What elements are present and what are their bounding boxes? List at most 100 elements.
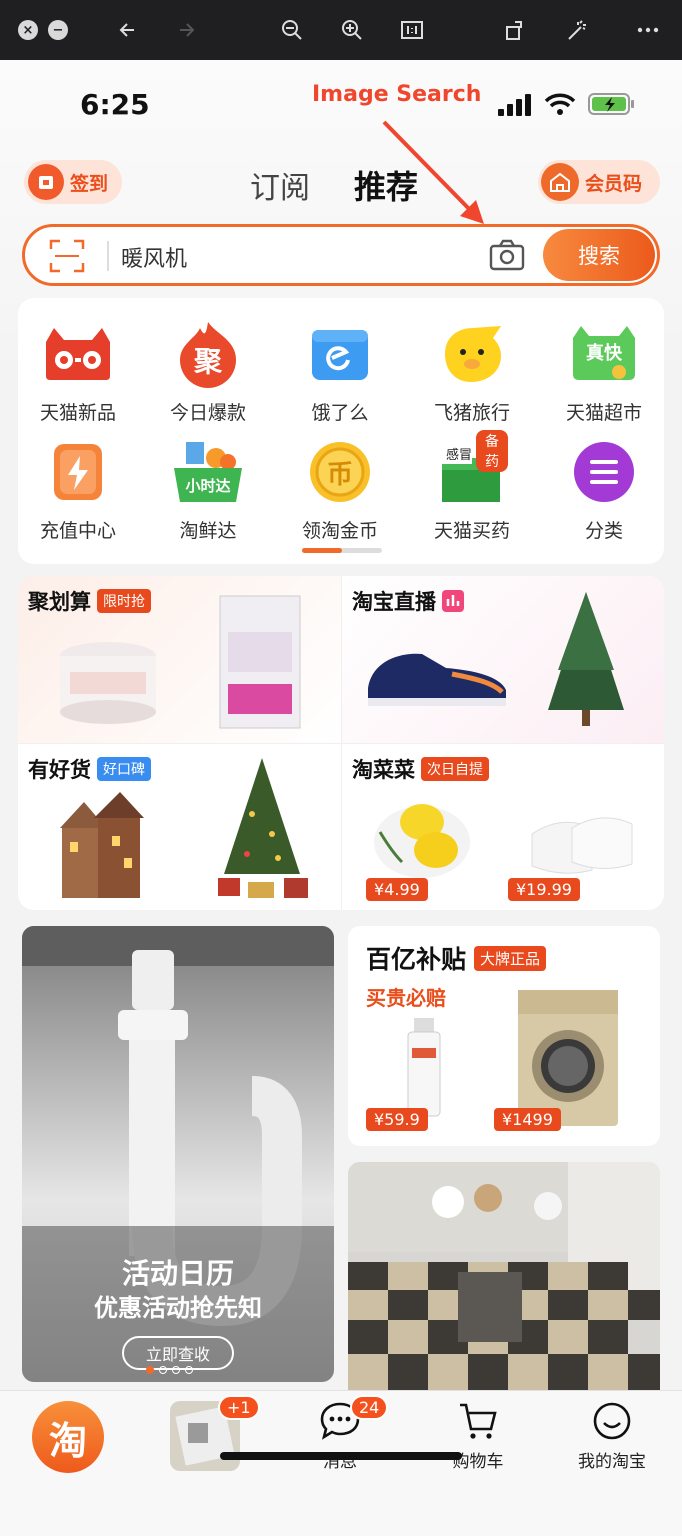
member-code-icon bbox=[541, 163, 579, 201]
promo-title: 有好货 好口碑 bbox=[28, 754, 151, 784]
cart-add-badge: +1 bbox=[218, 1395, 260, 1420]
member-code-button[interactable]: 会员码 bbox=[538, 160, 660, 204]
tmall-new-icon bbox=[42, 318, 114, 390]
promo-juhuasuan[interactable]: 聚划算 限时抢 bbox=[18, 576, 341, 743]
search-divider bbox=[107, 241, 109, 271]
quick-link-coins[interactable]: 币 领淘金币 bbox=[280, 436, 400, 543]
promo-title-text: 淘菜菜 bbox=[352, 758, 415, 782]
camera-icon[interactable] bbox=[489, 239, 525, 271]
promo-taocaicai[interactable]: 淘菜菜 次日自提 ¥4.99 ¥19.99 bbox=[341, 743, 664, 910]
scan-icon[interactable] bbox=[49, 239, 85, 273]
eleme-icon bbox=[304, 318, 376, 390]
close-window-icon[interactable]: × bbox=[12, 14, 44, 46]
quick-link-category[interactable]: 分类 bbox=[544, 436, 664, 543]
quick-link-label: 领淘金币 bbox=[301, 520, 378, 542]
promo-youhaohuo[interactable]: 有好货 好口碑 bbox=[18, 743, 341, 910]
sign-in-button[interactable]: 签到 bbox=[24, 160, 122, 204]
forward-arrow-icon[interactable] bbox=[170, 14, 202, 46]
search-bar[interactable]: 暖风机 搜索 bbox=[22, 224, 660, 286]
quick-link-label: 淘鲜达 bbox=[179, 520, 237, 542]
promo-title: 聚划算 限时抢 bbox=[28, 586, 151, 616]
sign-in-label: 签到 bbox=[70, 172, 109, 195]
live-icon bbox=[442, 590, 464, 612]
promo-taobao-live[interactable]: 淘宝直播 bbox=[341, 576, 664, 743]
message-badge: 24 bbox=[350, 1395, 389, 1420]
back-arrow-icon[interactable] bbox=[112, 14, 144, 46]
product-photo-card[interactable] bbox=[348, 1162, 660, 1402]
bottom-tab-bar: 淘 +1 消息 24 购物车 我的淘宝 bbox=[0, 1390, 682, 1536]
activity-calendar-card[interactable]: 活动日历 优惠活动抢先知 立即查收 bbox=[22, 926, 334, 1382]
signal-icon bbox=[498, 94, 531, 116]
more-icon[interactable] bbox=[632, 14, 664, 46]
subsidy-card[interactable]: 百亿补贴 大牌正品 买贵必赔 ¥59.9 ¥1499 bbox=[348, 926, 660, 1146]
tab-subscribe[interactable]: 订阅 bbox=[250, 163, 310, 207]
subsidy-title: 百亿补贴 大牌正品 bbox=[366, 940, 547, 976]
price-tag: ¥59.9 bbox=[366, 1108, 428, 1131]
header-tabs: 订阅 推荐 bbox=[250, 162, 418, 208]
pharmacy-badge: 备药 bbox=[476, 430, 508, 472]
status-time: 6:25 bbox=[80, 88, 150, 121]
search-button[interactable]: 搜索 bbox=[543, 229, 655, 281]
quick-link-tmall-new[interactable]: 天猫新品 bbox=[18, 318, 138, 425]
promo-tag: 好口碑 bbox=[97, 757, 151, 781]
markup-icon[interactable] bbox=[560, 14, 592, 46]
quick-link-label: 天猫超市 bbox=[565, 402, 642, 424]
sign-in-icon bbox=[28, 164, 64, 200]
quick-link-fresh[interactable]: 小时达 淘鲜达 bbox=[148, 436, 268, 543]
promo-block: 聚划算 限时抢 淘宝直播 有好货 好口碑 淘菜菜 次日自提 ¥4.99 ¥19.… bbox=[18, 576, 664, 910]
minimize-window-icon[interactable]: − bbox=[42, 14, 74, 46]
quick-links-pager bbox=[302, 548, 382, 553]
home-indicator bbox=[220, 1452, 462, 1460]
subsidy-tag: 大牌正品 bbox=[474, 945, 547, 971]
fresh-icon: 小时达 bbox=[172, 436, 244, 508]
sneaker-image bbox=[368, 653, 506, 706]
phone-screen: 6:25 Image Search 签到 订阅 推荐 会员码 暖风机 搜索 天猫… bbox=[0, 60, 682, 1536]
cotton-pads-image bbox=[60, 642, 156, 724]
annotation-label: Image Search bbox=[312, 82, 482, 107]
tab-cart[interactable]: 购物车 bbox=[418, 1401, 538, 1472]
decorated-tree-image bbox=[218, 758, 308, 898]
fliggy-icon bbox=[436, 318, 508, 390]
promo-tag: 限时抢 bbox=[97, 589, 151, 613]
quick-link-label: 天猫新品 bbox=[39, 402, 116, 424]
tab-my-taobao[interactable]: 我的淘宝 bbox=[552, 1401, 672, 1472]
tab-recommend[interactable]: 推荐 bbox=[354, 162, 418, 208]
quick-link-fliggy[interactable]: 飞猪旅行 bbox=[412, 318, 532, 425]
tmall-market-glyph: 真快 bbox=[586, 343, 622, 364]
quick-link-label: 饿了么 bbox=[311, 402, 369, 424]
quick-link-label: 飞猪旅行 bbox=[433, 402, 510, 424]
quick-link-recharge[interactable]: 充值中心 bbox=[18, 436, 138, 543]
promo-title-text: 淘宝直播 bbox=[352, 590, 436, 614]
quick-link-label: 充值中心 bbox=[39, 520, 116, 542]
category-icon bbox=[568, 436, 640, 508]
quick-link-hot-deals[interactable]: 聚 今日爆款 bbox=[148, 318, 268, 425]
floor-mats-image bbox=[348, 1162, 660, 1402]
coin-icon: 币 bbox=[304, 436, 376, 508]
rotate-icon[interactable] bbox=[500, 14, 532, 46]
cart-icon bbox=[460, 1403, 497, 1439]
promo-tag: 次日自提 bbox=[421, 757, 489, 781]
actual-size-icon[interactable] bbox=[396, 14, 428, 46]
activity-calendar-title: 活动日历 bbox=[121, 1257, 234, 1290]
search-input[interactable]: 暖风机 bbox=[121, 241, 187, 273]
tab-home[interactable]: 淘 bbox=[32, 1401, 104, 1473]
hot-deal-icon: 聚 bbox=[172, 318, 244, 390]
promo-title-text: 有好货 bbox=[28, 758, 91, 782]
lemons-image bbox=[374, 804, 470, 878]
claim-now-button[interactable]: 立即查收 bbox=[122, 1336, 234, 1370]
price-tag: ¥4.99 bbox=[366, 878, 428, 901]
promo-title: 淘宝直播 bbox=[352, 586, 464, 616]
christmas-tree-image bbox=[548, 592, 624, 726]
zoom-out-icon[interactable] bbox=[276, 14, 308, 46]
promo-title: 淘菜菜 次日自提 bbox=[352, 754, 489, 784]
carousel-dots bbox=[146, 1366, 193, 1374]
zoom-in-icon[interactable] bbox=[336, 14, 368, 46]
wifi-icon bbox=[544, 93, 576, 115]
quick-link-label: 天猫买药 bbox=[433, 520, 510, 542]
subsidy-slogan: 买贵必赔 bbox=[366, 986, 446, 1010]
quick-link-tmall-market[interactable]: 真快 天猫超市 bbox=[544, 318, 664, 425]
quick-link-eleme[interactable]: 饿了么 bbox=[280, 318, 400, 425]
quick-link-pharmacy[interactable]: 感冒 备药 天猫买药 bbox=[412, 430, 532, 543]
profile-face-icon bbox=[593, 1402, 631, 1440]
taobao-logo-icon: 淘 bbox=[48, 1418, 87, 1463]
